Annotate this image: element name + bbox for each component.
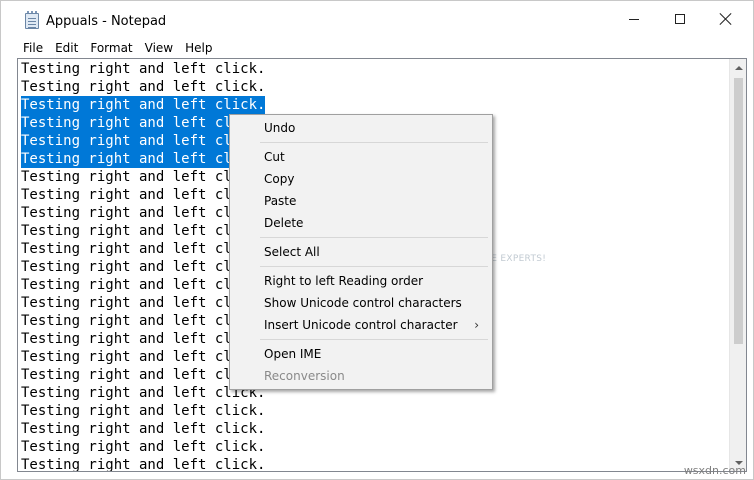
context-menu-item-label: Select All	[264, 245, 320, 259]
text-line[interactable]: Testing right and left click.	[21, 456, 726, 472]
context-menu-item-label: Cut	[264, 150, 285, 164]
maximize-icon	[675, 14, 685, 24]
context-menu-item-paste[interactable]: Paste	[231, 190, 491, 212]
arrow-up-icon	[734, 65, 743, 70]
context-menu-item-right-to-left-reading-order[interactable]: Right to left Reading order	[231, 270, 491, 292]
text-line-content: Testing right and left click.	[21, 79, 266, 95]
source-watermark: wsxdn.com	[683, 464, 746, 477]
context-menu-item-label: Paste	[264, 194, 297, 208]
selected-text-line[interactable]: Testing right and left click.	[21, 96, 726, 114]
context-menu-item-label: Insert Unicode control character	[264, 318, 458, 332]
text-line-content: Testing right and left click.	[21, 439, 266, 455]
minimize-button[interactable]	[611, 1, 657, 37]
menu-help[interactable]: Help	[179, 38, 218, 58]
scroll-up-button[interactable]	[730, 59, 746, 76]
menu-bar: File Edit Format View Help	[1, 37, 753, 58]
context-menu-item-cut[interactable]: Cut	[231, 146, 491, 168]
context-menu-item-open-ime[interactable]: Open IME	[231, 343, 491, 365]
minimize-icon	[629, 18, 639, 20]
scroll-thumb[interactable]	[734, 78, 743, 344]
context-menu: Undo Cut Copy Paste Delete Select All Right to…	[229, 114, 493, 390]
chevron-right-icon: ›	[474, 318, 479, 332]
text-line-content: Testing right and left click.	[21, 403, 266, 419]
context-menu-item-label: Reconversion	[264, 369, 345, 383]
menu-edit[interactable]: Edit	[49, 38, 84, 58]
text-line[interactable]: Testing right and left click.	[21, 438, 726, 456]
context-menu-item-label: Open IME	[264, 347, 322, 361]
text-line[interactable]: Testing right and left click.	[21, 60, 726, 78]
menu-view[interactable]: View	[139, 38, 179, 58]
text-line-content: Testing right and left click.	[21, 96, 266, 114]
window-title: Appuals - Notepad	[46, 14, 167, 29]
vertical-scrollbar[interactable]	[729, 59, 746, 471]
title-bar[interactable]: Appuals - Notepad	[1, 1, 753, 37]
context-menu-item-delete[interactable]: Delete	[231, 212, 491, 234]
context-menu-item-copy[interactable]: Copy	[231, 168, 491, 190]
context-menu-item-reconversion: Reconversion	[231, 365, 491, 387]
context-menu-item-label: Delete	[264, 216, 304, 230]
menu-format[interactable]: Format	[84, 38, 138, 58]
menu-separator	[260, 142, 488, 143]
context-menu-item-select-all[interactable]: Select All	[231, 241, 491, 263]
menu-file[interactable]: File	[17, 38, 49, 58]
maximize-button[interactable]	[657, 1, 703, 37]
text-line[interactable]: Testing right and left click.	[21, 78, 726, 96]
menu-separator	[260, 266, 488, 267]
menu-separator	[260, 339, 488, 340]
close-icon	[720, 13, 732, 25]
context-menu-item-label: Right to left Reading order	[264, 274, 424, 288]
context-menu-item-undo[interactable]: Undo	[231, 117, 491, 139]
menu-separator	[260, 237, 488, 238]
context-menu-item-show-unicode-control-characters[interactable]: Show Unicode control characters	[231, 292, 491, 314]
text-line-content: Testing right and left click.	[21, 61, 266, 77]
context-menu-item-insert-unicode-control-character[interactable]: Insert Unicode control character ›	[231, 314, 491, 336]
text-line[interactable]: Testing right and left click.	[21, 420, 726, 438]
text-line-content: Testing right and left click.	[21, 457, 266, 472]
context-menu-item-label: Show Unicode control characters	[264, 296, 462, 310]
close-button[interactable]	[703, 1, 749, 37]
notepad-icon	[25, 11, 39, 29]
text-line[interactable]: Testing right and left click.	[21, 402, 726, 420]
text-line-content: Testing right and left click.	[21, 421, 266, 437]
context-menu-item-label: Undo	[264, 121, 296, 135]
context-menu-item-label: Copy	[264, 172, 295, 186]
